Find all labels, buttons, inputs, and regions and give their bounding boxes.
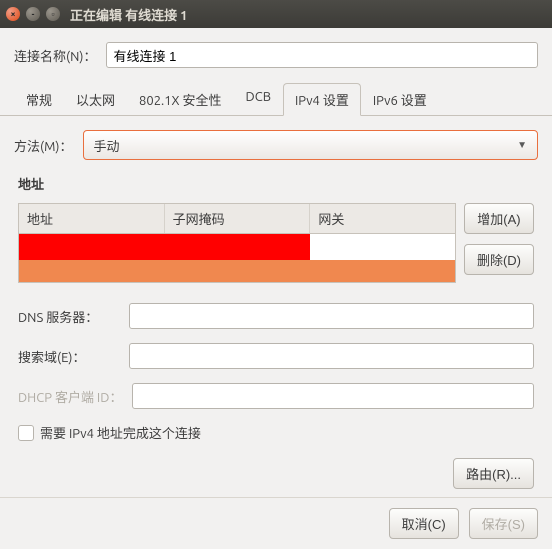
method-value: 手动 <box>94 136 120 155</box>
title-bar: × ‐ ▫ 正在编辑 有线连接 1 <box>0 0 552 28</box>
close-icon[interactable]: × <box>6 7 20 21</box>
address-table[interactable]: 地址 子网掩码 网关 <box>18 203 456 283</box>
th-gateway: 网关 <box>310 204 455 233</box>
tab-general[interactable]: 常规 <box>14 83 64 116</box>
save-button: 保存(S) <box>469 508 538 539</box>
require-ipv4-label: 需要 IPv4 地址完成这个连接 <box>40 423 201 442</box>
dns-input[interactable] <box>129 303 534 329</box>
table-header: 地址 子网掩码 网关 <box>19 204 455 234</box>
dialog-footer: 取消(C) 保存(S) <box>0 497 552 549</box>
window-buttons: × ‐ ▫ <box>6 7 60 21</box>
tab-ipv4[interactable]: IPv4 设置 <box>283 83 361 116</box>
dhcp-label: DHCP 客户端 ID： <box>18 387 122 406</box>
table-row[interactable] <box>19 234 455 260</box>
method-select[interactable]: 手动 ▼ <box>83 130 539 160</box>
conn-name-label: 连接名称(N)： <box>14 46 96 65</box>
table-row-selected[interactable] <box>19 260 455 282</box>
tab-bar: 常规 以太网 802.1X 安全性 DCB IPv4 设置 IPv6 设置 <box>0 82 552 116</box>
method-label: 方法(M)： <box>14 136 73 155</box>
cell-address-invalid[interactable] <box>19 234 310 260</box>
maximize-icon[interactable]: ▫ <box>46 7 60 21</box>
minimize-icon[interactable]: ‐ <box>26 7 40 21</box>
search-label: 搜索域(E)： <box>18 347 119 366</box>
tab-dcb[interactable]: DCB <box>234 83 283 116</box>
add-button[interactable]: 增加(A) <box>464 203 534 234</box>
dhcp-input <box>132 383 534 409</box>
cell-gateway[interactable] <box>310 234 455 260</box>
tab-ipv6[interactable]: IPv6 设置 <box>361 83 439 116</box>
cancel-button[interactable]: 取消(C) <box>389 508 459 539</box>
address-title: 地址 <box>18 174 538 193</box>
th-address: 地址 <box>19 204 165 233</box>
delete-button[interactable]: 删除(D) <box>464 244 534 275</box>
th-netmask: 子网掩码 <box>165 204 311 233</box>
require-ipv4-checkbox[interactable] <box>18 425 34 441</box>
window-title: 正在编辑 有线连接 1 <box>70 5 188 24</box>
search-input[interactable] <box>129 343 534 369</box>
chevron-down-icon: ▼ <box>517 139 527 151</box>
dns-label: DNS 服务器： <box>18 307 119 326</box>
routes-button[interactable]: 路由(R)... <box>453 458 534 489</box>
tab-8021x[interactable]: 802.1X 安全性 <box>127 83 234 116</box>
tab-ethernet[interactable]: 以太网 <box>64 83 127 116</box>
conn-name-input[interactable] <box>106 42 538 68</box>
